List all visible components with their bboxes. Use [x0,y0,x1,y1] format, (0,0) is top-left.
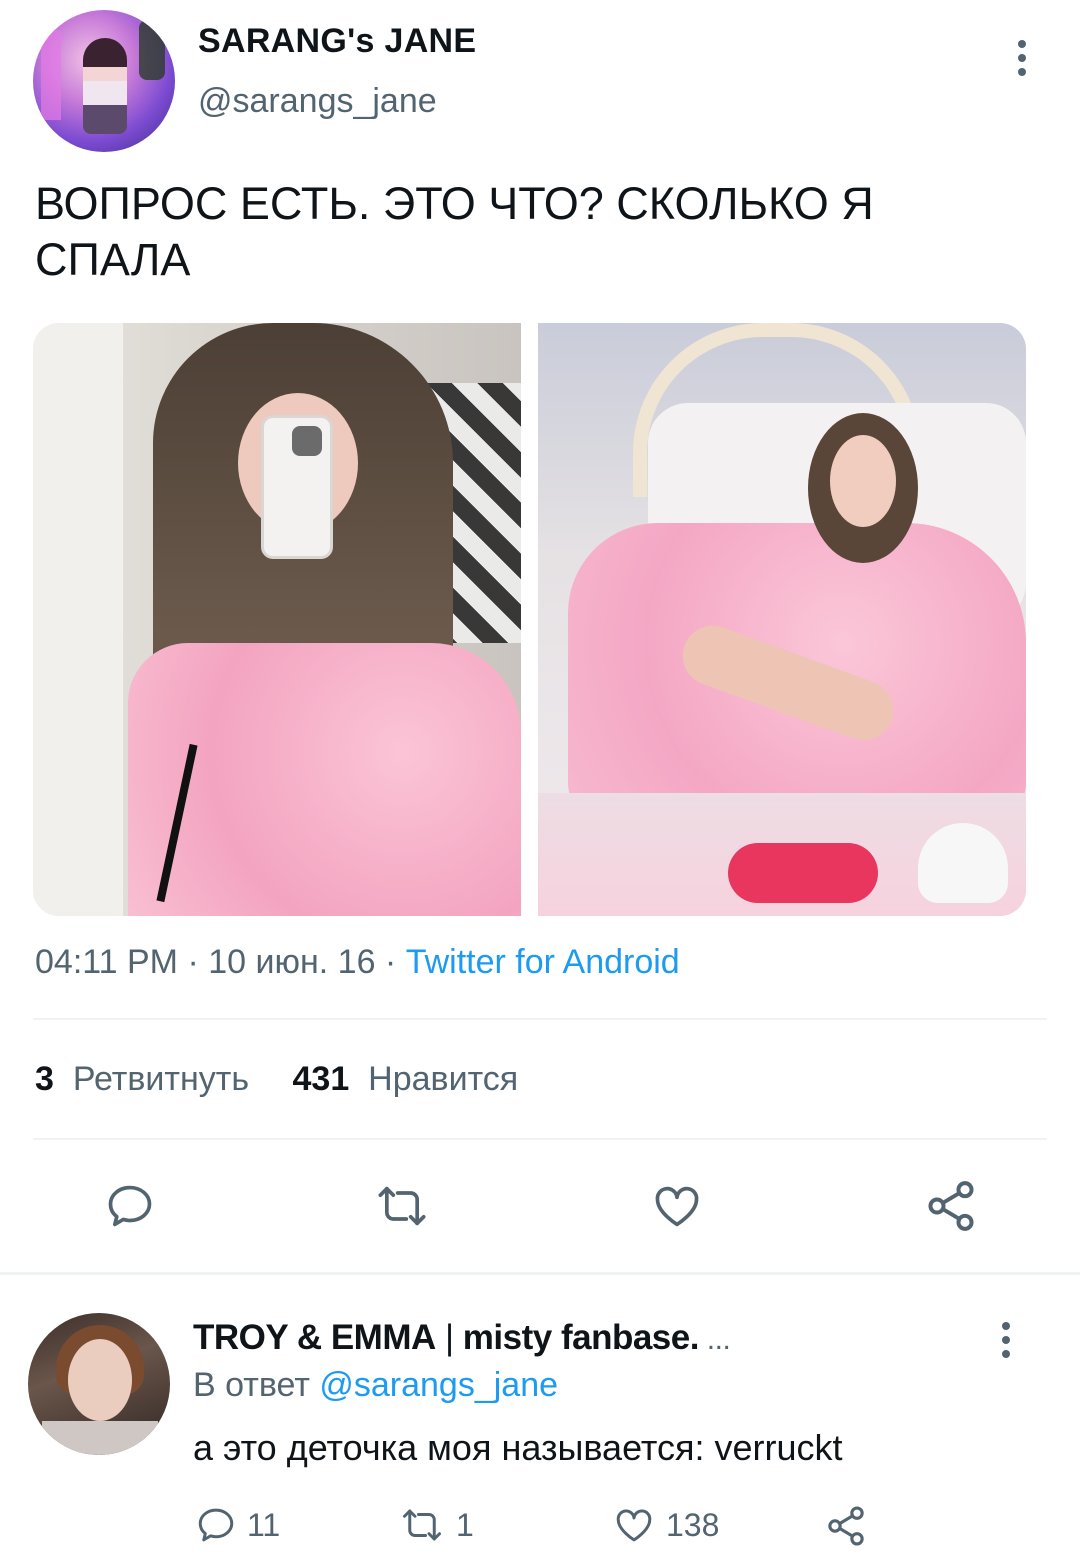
reply-author-name-part: misty fanbase. [462,1318,700,1357]
likes-label: Нравится [368,1060,519,1098]
author-avatar[interactable] [33,10,175,152]
reply-more-options-icon[interactable] [991,1318,1021,1362]
share-icon[interactable] [923,1178,979,1234]
share-icon [828,1506,864,1546]
reply-icon[interactable] [104,1180,156,1232]
retweets-count: 3 [35,1060,54,1098]
likes-stat[interactable]: 431 Нравится [293,1060,519,1098]
reply-author-avatar[interactable] [28,1313,170,1455]
tweet-stats: 3 Ретвитнуть 431 Нравится [35,1060,552,1099]
reply-icon [198,1508,234,1542]
retweet-count: 1 [456,1506,474,1543]
tweet-date: 10 июн. 16 [208,943,376,981]
retweet-icon [403,1509,441,1541]
reply-retweet-button[interactable]: 1 [398,1504,474,1546]
retweets-label: Ретвитнуть [72,1060,250,1098]
meta-separator: · [375,943,406,981]
author-name[interactable]: SARANG's JANE [198,22,476,61]
replying-to-label: В ответ [193,1366,320,1404]
meta-separator: · [178,943,209,981]
reply-count: 11 [247,1506,281,1543]
reply-author-name-part: TROY & EMMA [193,1318,436,1357]
tweet-text-line: СПАЛА [35,234,191,285]
reply-author-name[interactable]: TROY & EMMA | misty fanbase. ... [193,1318,731,1358]
divider [33,1138,1047,1140]
tweet-photo-2[interactable] [538,323,1026,916]
tweet-text-line: ВОПРОС ЕСТЬ. ЭТО ЧТО? СКОЛЬКО Я [35,178,874,229]
reply-author-name-separator: | [435,1318,463,1357]
divider [33,1018,1047,1020]
reply-author-name-ellipsis: ... [698,1323,731,1356]
retweets-stat[interactable]: 3 Ретвитнуть [35,1060,249,1098]
reply-share-button[interactable] [824,1504,868,1548]
replying-to-mention[interactable]: @sarangs_jane [319,1366,558,1404]
reply-like-button[interactable]: 138 [612,1504,719,1546]
more-options-icon[interactable] [1007,36,1037,80]
tweet-meta: 04:11 PM · 10 июн. 16 · Twitter for Andr… [35,943,680,982]
section-separator [0,1272,1080,1275]
reply-reply-button[interactable]: 11 [195,1504,280,1546]
reply-text: а это деточка моя называется: verruckt [193,1427,843,1468]
tweet-time: 04:11 PM [35,943,179,981]
retweet-icon[interactable] [373,1180,431,1232]
tweet-photo-1[interactable] [33,323,521,916]
likes-count: 431 [292,1060,350,1098]
tweet-client-link[interactable]: Twitter for Android [406,943,680,981]
like-icon[interactable] [650,1180,704,1232]
tweet-text: ВОПРОС ЕСТЬ. ЭТО ЧТО? СКОЛЬКО Я СПАЛА [35,176,1035,288]
replying-to: В ответ @sarangs_jane [193,1366,558,1405]
like-count: 138 [666,1506,720,1543]
author-handle[interactable]: @sarangs_jane [198,82,437,121]
tweet-detail-page: SARANG's JANE @sarangs_jane ВОПРОС ЕСТЬ.… [0,0,1080,1560]
like-icon [616,1509,652,1542]
